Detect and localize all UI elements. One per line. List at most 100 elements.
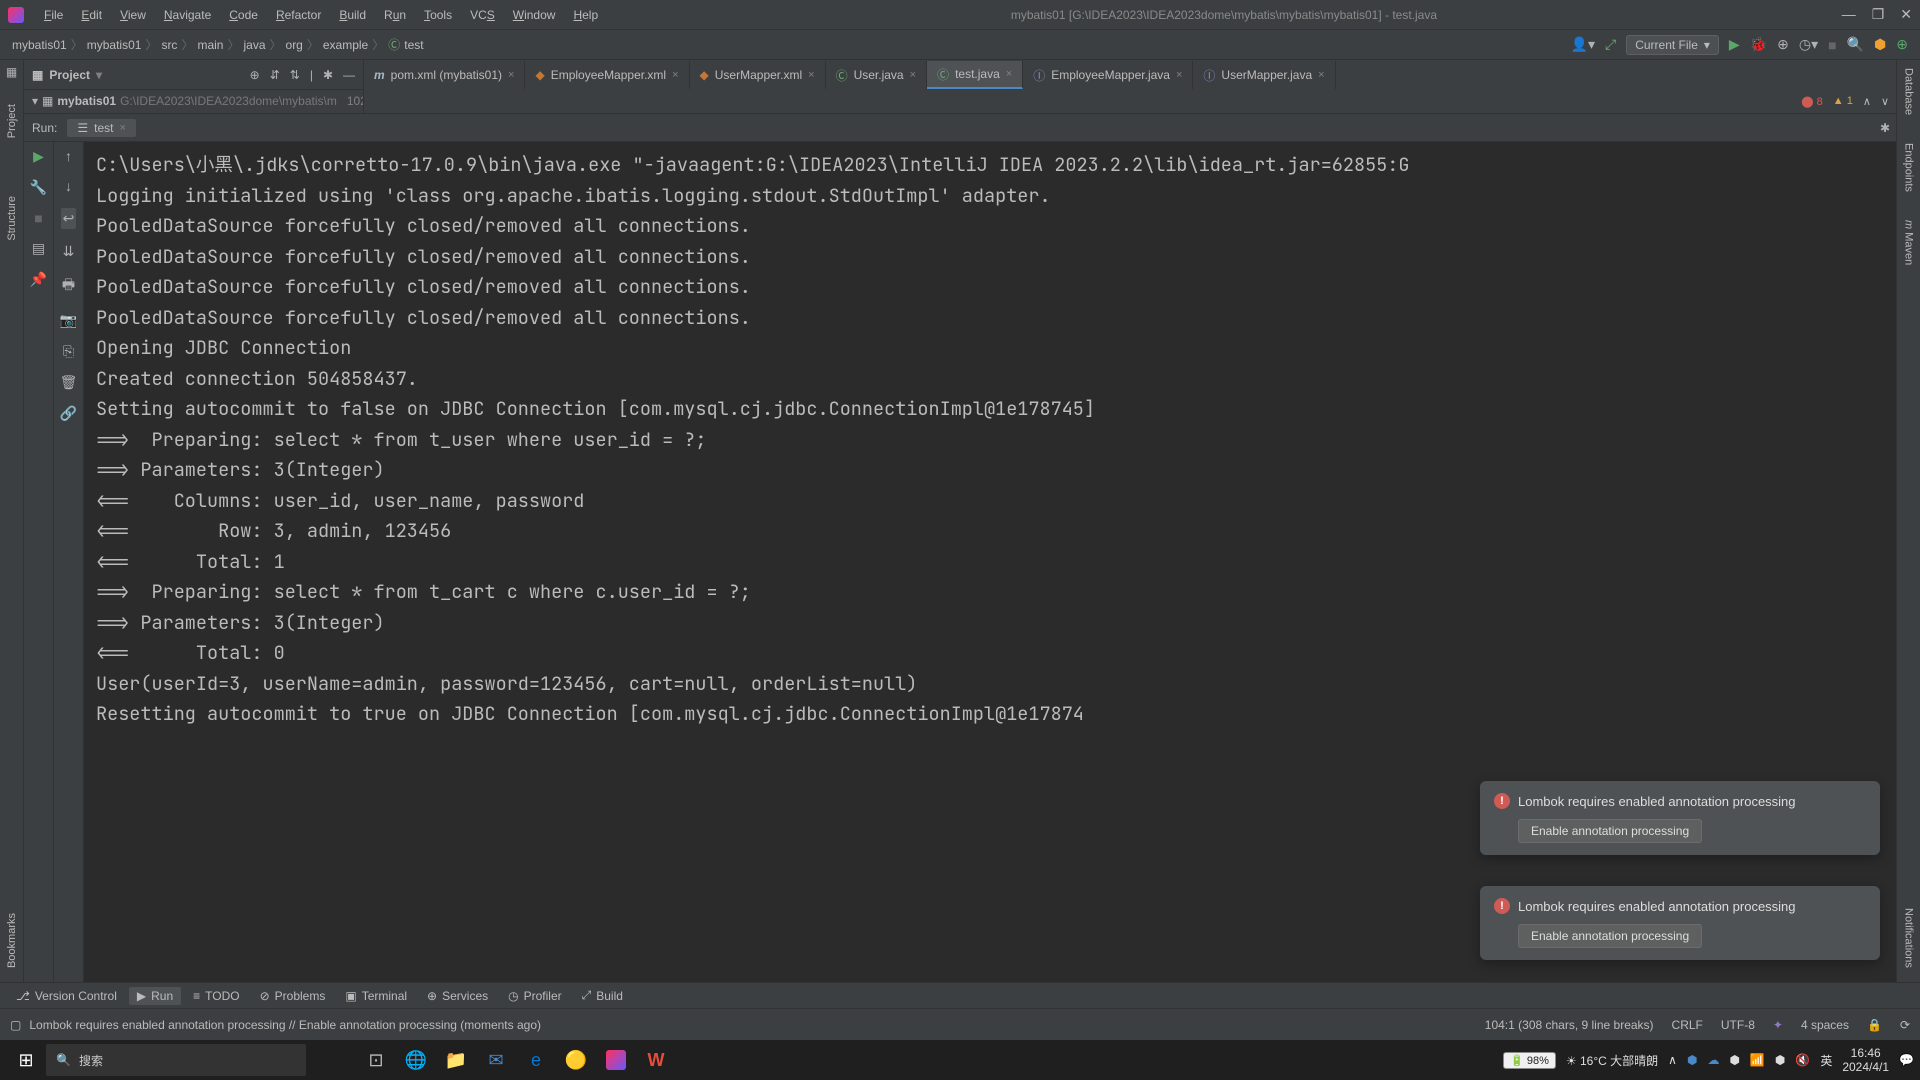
down-icon[interactable]: ↓	[65, 178, 72, 194]
services-tool[interactable]: ⊕Services	[419, 987, 496, 1005]
edge-icon[interactable]: 🌐	[396, 1040, 436, 1080]
warning-badge[interactable]: ▲ 1	[1833, 95, 1853, 107]
explorer-icon[interactable]: 📁	[436, 1040, 476, 1080]
lock-icon[interactable]: 🔒	[1867, 1018, 1882, 1032]
status-icon[interactable]: ▢	[10, 1018, 21, 1032]
crumb[interactable]: example	[323, 38, 368, 52]
profile-button[interactable]: ◷▾	[1799, 36, 1818, 53]
tab-employeemapper-xml[interactable]: ◆ EmployeeMapper.xml ×	[525, 61, 689, 89]
tray-icon[interactable]: ⬢	[1775, 1053, 1785, 1067]
tray-icon[interactable]: ⬢	[1729, 1053, 1739, 1067]
weather-widget[interactable]: ☀ 16°C 大部晴朗	[1566, 1052, 1658, 1069]
pin-icon[interactable]: 📌	[30, 271, 47, 288]
close-icon[interactable]: ×	[508, 69, 514, 81]
minimize-icon[interactable]: —	[1842, 6, 1856, 23]
line-ending[interactable]: CRLF	[1672, 1018, 1703, 1032]
menu-edit[interactable]: Edit	[73, 4, 110, 26]
notifications-icon[interactable]: 💬	[1899, 1053, 1914, 1067]
scroll-icon[interactable]: ⇊	[63, 243, 75, 260]
link-icon[interactable]: 🔗	[60, 405, 77, 422]
intellij-icon[interactable]	[596, 1040, 636, 1080]
problems-tool[interactable]: ⊘Problems	[252, 987, 334, 1005]
run-tool[interactable]: ▶Run	[129, 987, 181, 1005]
crumb[interactable]: mybatis01	[87, 38, 142, 52]
volume-icon[interactable]: 🔇	[1795, 1053, 1810, 1067]
close-icon[interactable]: ×	[808, 69, 814, 81]
menu-vcs[interactable]: VCS	[462, 4, 503, 26]
close-icon[interactable]: ×	[910, 69, 916, 81]
run-tab[interactable]: ☰ test ×	[67, 119, 136, 137]
error-badge[interactable]: ⬤ 8	[1801, 95, 1823, 108]
close-icon[interactable]: ×	[119, 122, 125, 134]
mail-icon[interactable]: ✉	[476, 1040, 516, 1080]
chrome-icon[interactable]: 🟡	[556, 1040, 596, 1080]
tab-pom[interactable]: m pom.xml (mybatis01) ×	[364, 61, 525, 89]
battery-indicator[interactable]: 🔋 98%	[1503, 1052, 1556, 1069]
run-config-selector[interactable]: Current File ▾	[1626, 35, 1719, 55]
close-icon[interactable]: ×	[1006, 68, 1012, 80]
layout-icon[interactable]: ▤	[32, 240, 45, 257]
hide-icon[interactable]: —	[343, 68, 355, 82]
tab-test-java[interactable]: Ⓒ test.java ×	[927, 61, 1023, 89]
indent[interactable]: 4 spaces	[1801, 1018, 1849, 1032]
menu-refactor[interactable]: Refactor	[268, 4, 329, 26]
tab-usermapper-xml[interactable]: ◆ UserMapper.xml ×	[690, 61, 826, 89]
crumb[interactable]: mybatis01	[12, 38, 67, 52]
menu-window[interactable]: Window	[505, 4, 564, 26]
menu-help[interactable]: Help	[565, 4, 606, 26]
menu-tools[interactable]: Tools	[416, 4, 460, 26]
version-control-tool[interactable]: ⎇Version Control	[8, 987, 125, 1005]
enable-annotation-button[interactable]: Enable annotation processing	[1518, 819, 1702, 843]
close-icon[interactable]: ×	[1176, 69, 1182, 81]
clock[interactable]: 16:46 2024/4/1	[1842, 1046, 1889, 1075]
process-icon[interactable]: ⟳	[1900, 1018, 1910, 1032]
todo-tool[interactable]: ≡TODO	[185, 987, 247, 1005]
profiler-tool[interactable]: ◷Profiler	[500, 987, 570, 1005]
softwrap-icon[interactable]: ↩	[61, 208, 77, 229]
tab-usermapper-java[interactable]: Ⓘ UserMapper.java ×	[1193, 61, 1335, 89]
edge-legacy-icon[interactable]: e	[516, 1040, 556, 1080]
crumb[interactable]: main	[197, 38, 223, 52]
tab-user-java[interactable]: Ⓒ User.java ×	[826, 61, 927, 89]
locate-icon[interactable]: ⊕	[250, 68, 260, 82]
wifi-icon[interactable]: 📶	[1750, 1053, 1765, 1067]
project-tool[interactable]: Project	[4, 100, 20, 142]
menu-build[interactable]: Build	[331, 4, 374, 26]
project-tool-icon[interactable]: ▦	[4, 64, 20, 80]
stop-icon[interactable]: ■	[34, 210, 42, 226]
search-icon[interactable]: 🔍	[1847, 36, 1864, 53]
menu-code[interactable]: Code	[221, 4, 266, 26]
notifications-tool[interactable]: Notifications	[1901, 904, 1917, 972]
crumb[interactable]: test	[404, 38, 423, 52]
windows-search[interactable]: 🔍 搜索	[46, 1044, 306, 1076]
stop-button[interactable]: ■	[1828, 37, 1836, 53]
onedrive-icon[interactable]: ☁	[1707, 1053, 1719, 1067]
coverage-button[interactable]: ⊕	[1777, 36, 1789, 53]
rerun-icon[interactable]: ▶	[33, 148, 44, 165]
crumb[interactable]: org	[286, 38, 303, 52]
maven-tool[interactable]: m Maven	[1901, 216, 1917, 269]
project-panel-title[interactable]: ▦ Project ▾	[32, 68, 102, 82]
ai-icon[interactable]: ⬢	[1874, 36, 1886, 53]
start-button[interactable]: ⊞	[6, 1040, 46, 1080]
close-icon[interactable]: ×	[672, 69, 678, 81]
wps-icon[interactable]: W	[636, 1040, 676, 1080]
expand-icon[interactable]: ⇵	[270, 68, 280, 82]
crumb[interactable]: java	[243, 38, 265, 52]
endpoints-tool[interactable]: Endpoints	[1901, 139, 1917, 196]
caret-position[interactable]: 104:1 (308 chars, 9 line breaks)	[1485, 1018, 1654, 1032]
menu-run[interactable]: Run	[376, 4, 414, 26]
run-button[interactable]: ▶	[1729, 36, 1740, 53]
export-icon[interactable]: ⎘	[63, 343, 74, 360]
build-tool[interactable]: ⤢Build	[574, 986, 631, 1005]
close-icon[interactable]: ×	[1318, 69, 1324, 81]
menu-navigate[interactable]: Navigate	[156, 4, 219, 26]
debug-button[interactable]: 🐞	[1750, 36, 1767, 53]
trash-icon[interactable]: 🗑	[60, 374, 78, 391]
structure-tool[interactable]: Structure	[4, 192, 20, 245]
breadcrumb[interactable]: mybatis01〉 mybatis01〉 src〉 main〉 java〉 o…	[12, 36, 424, 53]
print-icon[interactable]: 🖶	[62, 274, 75, 298]
console-output[interactable]: C:\Users\小黑\.jdks\corretto-17.0.9\bin\ja…	[84, 142, 1920, 982]
chevron-up-icon[interactable]: ∧	[1863, 95, 1871, 108]
ai-assistant-icon[interactable]: ✦	[1773, 1018, 1783, 1032]
